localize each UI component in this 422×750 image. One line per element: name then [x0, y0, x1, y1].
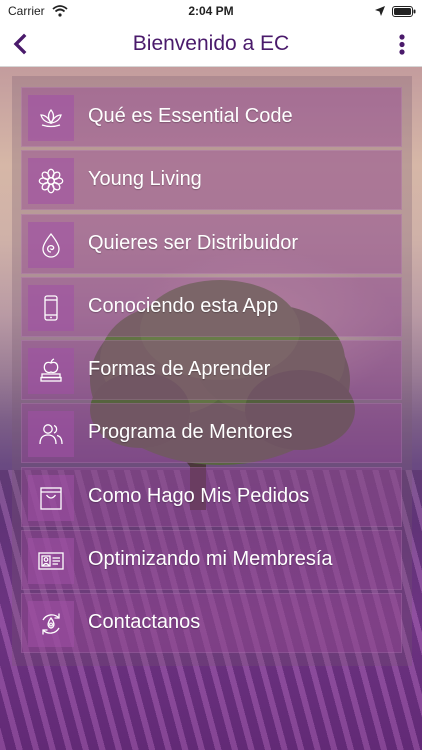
menu-item-mentores[interactable]: Programa de Mentores: [21, 403, 402, 464]
drop-swirl-icon: [42, 232, 60, 258]
menu-icon-tile: [28, 221, 74, 268]
menu-item-label: Conociendo esta App: [88, 294, 279, 317]
id-card-icon: [38, 552, 64, 570]
menu-item-conociendo-app[interactable]: Conociendo esta App: [21, 276, 402, 337]
menu-item-young-living[interactable]: Young Living: [21, 150, 402, 211]
menu-item-label: Contactanos: [88, 611, 201, 633]
page-title: Bienvenido a EC: [132, 32, 290, 55]
menu-item-essential-code[interactable]: Qué es Essential Code: [21, 87, 402, 147]
people-icon: [39, 424, 63, 445]
menu-icon-tile: [28, 411, 74, 458]
clock-label: 2:04 PM: [188, 4, 234, 18]
menu-item-label: Programa de Mentores: [88, 421, 293, 444]
menu-icon-tile: [28, 284, 74, 331]
vertical-dots-icon[interactable]: [392, 32, 412, 58]
menu-item-pedidos[interactable]: Como Hago Mis Pedidos: [21, 466, 402, 527]
location-arrow-icon: [375, 6, 385, 16]
menu-item-label: Qué es Essential Code: [88, 105, 293, 127]
menu-icon-tile: [28, 348, 74, 394]
menu-icon-tile: [28, 537, 74, 584]
battery-icon: [392, 6, 416, 17]
menu-item-label: Young Living: [88, 168, 202, 191]
menu-item-contactanos[interactable]: Contactanos: [21, 593, 402, 653]
menu-icon-tile: [28, 95, 74, 141]
lotus-icon: [40, 108, 62, 128]
menu-item-label: Formas de Aprender: [88, 358, 271, 380]
menu-item-membresia[interactable]: Optimizando mi Membresía: [21, 529, 402, 590]
menu-item-label: Como Hago Mis Pedidos: [88, 484, 310, 507]
contact-cycle-icon: [42, 613, 60, 635]
phone-icon: [44, 295, 58, 321]
menu-item-formas-aprender[interactable]: Formas de Aprender: [21, 340, 402, 400]
menu-icon-tile: [28, 601, 74, 647]
nav-bar: Bienvenido a EC: [0, 22, 422, 67]
status-bar: Carrier 2:04 PM: [0, 0, 422, 22]
menu-item-distribuidor[interactable]: Quieres ser Distribuidor: [21, 213, 402, 274]
app-screen: Carrier 2:04 PM Bienvenido a EC Qué es E…: [0, 0, 422, 750]
apple-books-icon: [40, 358, 62, 382]
flower-icon: [38, 168, 64, 194]
shopping-bag-icon: [40, 486, 62, 510]
main-menu: Qué es Essential Code Young Living Quier…: [21, 87, 402, 656]
menu-icon-tile: [28, 158, 74, 205]
menu-item-label: Quieres ser Distribuidor: [88, 231, 299, 254]
menu-item-label: Optimizando mi Membresía: [88, 547, 333, 570]
menu-icon-tile: [28, 474, 74, 521]
